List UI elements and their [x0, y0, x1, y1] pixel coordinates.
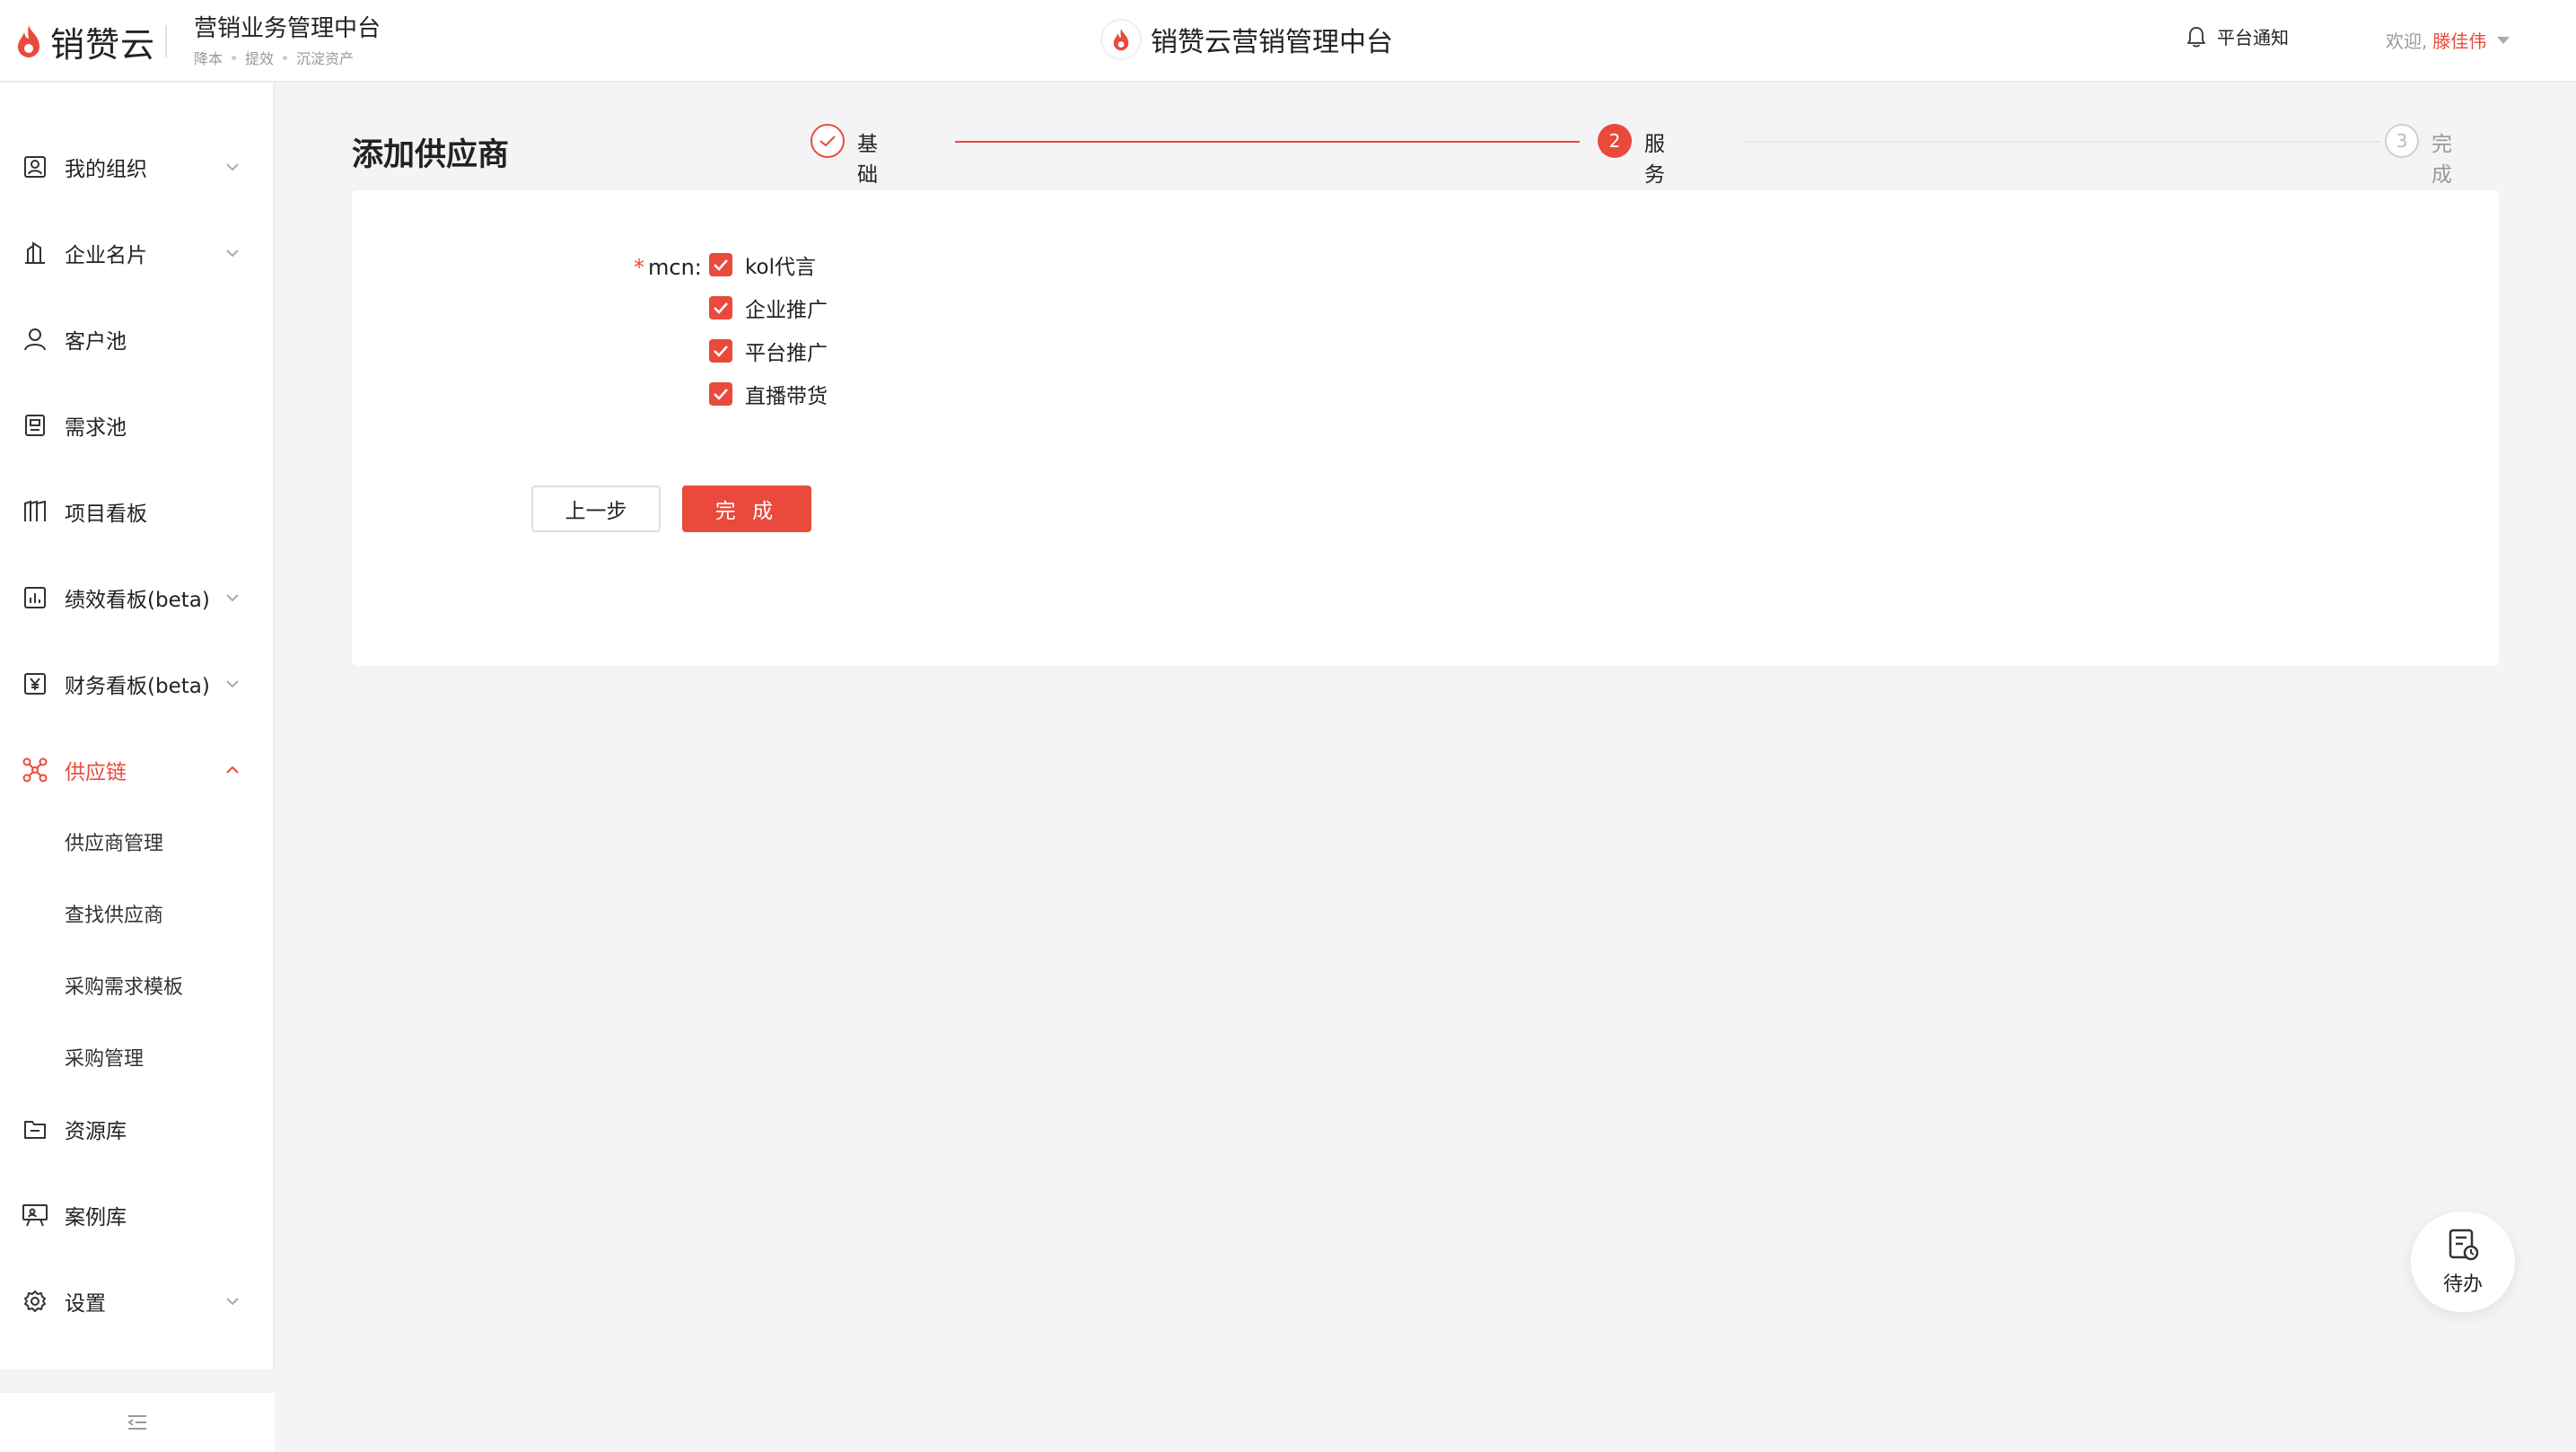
sidebar-item-org[interactable]: 我的组织 [0, 140, 275, 194]
user-icon [20, 324, 50, 354]
field-label-text: mcn [648, 255, 695, 280]
product-tag: 沉淀资产 [296, 50, 355, 67]
sidebar: 我的组织 企业名片 客户池 需求池 项目看板 绩效看板(beta) 财务看板(b… [0, 83, 275, 1452]
chevron-down-icon [226, 163, 239, 171]
step-1-done-icon [810, 124, 845, 158]
sidebar-item-label: 企业名片 [65, 244, 147, 267]
org-icon [20, 152, 50, 182]
step-line-1 [955, 141, 1580, 143]
sidebar-subitem-purchase-management[interactable]: 采购管理 [65, 1043, 144, 1072]
header-divider [165, 25, 167, 57]
checkbox-label: kol代言 [745, 256, 816, 279]
yen-icon [20, 669, 50, 699]
sidebar-item-performance-board[interactable]: 绩效看板(beta) [0, 571, 275, 625]
mcn-field-label: * mcn: [634, 255, 702, 280]
center-title: 销赞云营销管理中台 [1102, 20, 1393, 59]
sidebar-item-demand-pool[interactable]: 需求池 [0, 398, 275, 452]
checkbox-checked-icon[interactable] [709, 253, 732, 276]
sidebar-item-label: 绩效看板(beta) [65, 589, 210, 612]
chevron-down-icon [226, 594, 239, 602]
sidebar-item-label: 设置 [65, 1292, 106, 1316]
folder-icon [20, 1114, 50, 1144]
chevron-down-icon [226, 249, 239, 258]
step-3-label: 完成 [2431, 133, 2452, 187]
brand-mark-icon [1102, 21, 1140, 58]
sidebar-item-case-library[interactable]: 案例库 [0, 1188, 275, 1242]
sidebar-item-finance-board[interactable]: 财务看板(beta) [0, 657, 275, 711]
checkbox-platform-promotion[interactable]: 平台推广 [709, 336, 828, 366]
page-title: 添加供应商 [352, 137, 510, 173]
product-tag: 降本 [194, 50, 223, 67]
step-3-number: 3 [2385, 124, 2419, 158]
checkbox-checked-icon[interactable] [709, 382, 732, 406]
user-name: 滕佳伟 [2432, 31, 2487, 52]
top-header: 销赞云 营销业务管理中台 降本 提效 沉淀资产 销赞云营销管理中台 平台通知 欢… [0, 0, 2576, 83]
brand-logo[interactable]: 销赞云 [14, 22, 155, 65]
sidebar-subitem-supplier-management[interactable]: 供应商管理 [65, 827, 163, 856]
collapse-menu-icon [127, 1415, 146, 1430]
center-title-text: 销赞云营销管理中台 [1151, 27, 1393, 58]
checkbox-checked-icon[interactable] [709, 296, 732, 319]
todo-icon [2449, 1229, 2479, 1261]
sidebar-item-label: 客户池 [65, 330, 127, 354]
tag-separator [283, 55, 288, 60]
notify-label: 平台通知 [2217, 27, 2289, 48]
sidebar-item-label: 案例库 [65, 1206, 127, 1229]
prev-step-button[interactable]: 上一步 [531, 485, 661, 532]
step-2-number: 2 [1598, 124, 1632, 158]
chevron-down-icon [226, 680, 239, 688]
checkbox-label: 平台推广 [745, 342, 828, 365]
user-menu[interactable]: 欢迎, 滕佳伟 [2386, 27, 2510, 53]
product-block: 营销业务管理中台 降本 提效 沉淀资产 [194, 14, 381, 68]
todo-floating-button[interactable]: 待办 [2411, 1211, 2515, 1312]
logo-text: 销赞云 [50, 24, 156, 65]
bell-icon [2187, 26, 2205, 47]
sidebar-item-label: 需求池 [65, 416, 127, 440]
sidebar-item-label: 供应链 [65, 761, 127, 784]
document-icon [20, 410, 50, 441]
sidebar-item-settings[interactable]: 设置 [0, 1274, 275, 1328]
sidebar-subitem-purchase-template[interactable]: 采购需求模板 [65, 971, 183, 1000]
network-icon [20, 755, 50, 785]
presentation-icon [20, 1200, 50, 1230]
checkbox-live-commerce[interactable]: 直播带货 [709, 379, 828, 409]
bar-chart-icon [20, 582, 50, 613]
sidebar-item-label: 项目看板 [65, 503, 147, 526]
finish-button[interactable]: 完 成 [682, 485, 811, 532]
checkbox-checked-icon[interactable] [709, 339, 732, 363]
tag-separator [232, 55, 237, 60]
checkbox-enterprise-promotion[interactable]: 企业推广 [709, 293, 828, 323]
board-icon [20, 496, 50, 527]
field-label-colon: : [694, 255, 702, 280]
required-mark: * [634, 255, 644, 280]
platform-notify[interactable]: 平台通知 [2186, 23, 2289, 49]
checkbox-kol[interactable]: kol代言 [709, 249, 816, 280]
step-line-2 [1743, 141, 2380, 143]
sidebar-item-label: 我的组织 [65, 158, 147, 181]
checkbox-label: 直播带货 [745, 385, 828, 408]
todo-label: 待办 [2442, 1273, 2483, 1296]
sidebar-item-supply-chain[interactable]: 供应链 [0, 743, 275, 797]
chevron-up-icon [226, 765, 239, 774]
sidebar-collapse-button[interactable] [0, 1391, 275, 1452]
product-tags: 降本 提效 沉淀资产 [194, 47, 381, 68]
sidebar-item-label: 资源库 [65, 1120, 127, 1143]
sidebar-item-resource-library[interactable]: 资源库 [0, 1102, 275, 1156]
gear-icon [20, 1286, 50, 1316]
building-icon [20, 238, 50, 268]
checkbox-label: 企业推广 [745, 299, 828, 322]
product-title: 营销业务管理中台 [194, 15, 381, 42]
sidebar-item-business-card[interactable]: 企业名片 [0, 226, 275, 280]
flame-logo-icon [18, 25, 39, 57]
caret-down-icon [2497, 36, 2510, 44]
sidebar-subitem-find-supplier[interactable]: 查找供应商 [65, 899, 163, 928]
sidebar-item-customer-pool[interactable]: 客户池 [0, 312, 275, 366]
chevron-down-icon [226, 1298, 239, 1306]
welcome-label: 欢迎, [2386, 31, 2428, 52]
sidebar-item-label: 财务看板(beta) [65, 675, 210, 698]
sidebar-item-project-board[interactable]: 项目看板 [0, 485, 275, 538]
product-tag: 提效 [245, 50, 275, 67]
